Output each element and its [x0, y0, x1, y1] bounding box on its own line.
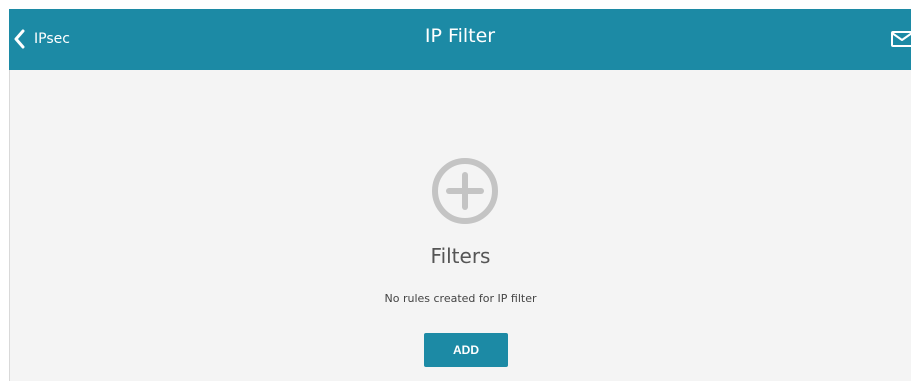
empty-state-message: No rules created for IP filter	[384, 292, 537, 305]
add-button[interactable]: ADD	[424, 333, 508, 367]
main-panel: Filters No rules created for IP filter A…	[9, 70, 911, 381]
page: IPsec IP Filter Filters No rules created…	[0, 0, 911, 381]
filters-heading: Filters	[430, 244, 491, 268]
plus-circle-icon[interactable]	[431, 157, 499, 225]
page-title: IP Filter	[424, 25, 496, 47]
envelope-icon[interactable]	[891, 29, 911, 49]
header-bar: IPsec IP Filter	[9, 9, 911, 70]
